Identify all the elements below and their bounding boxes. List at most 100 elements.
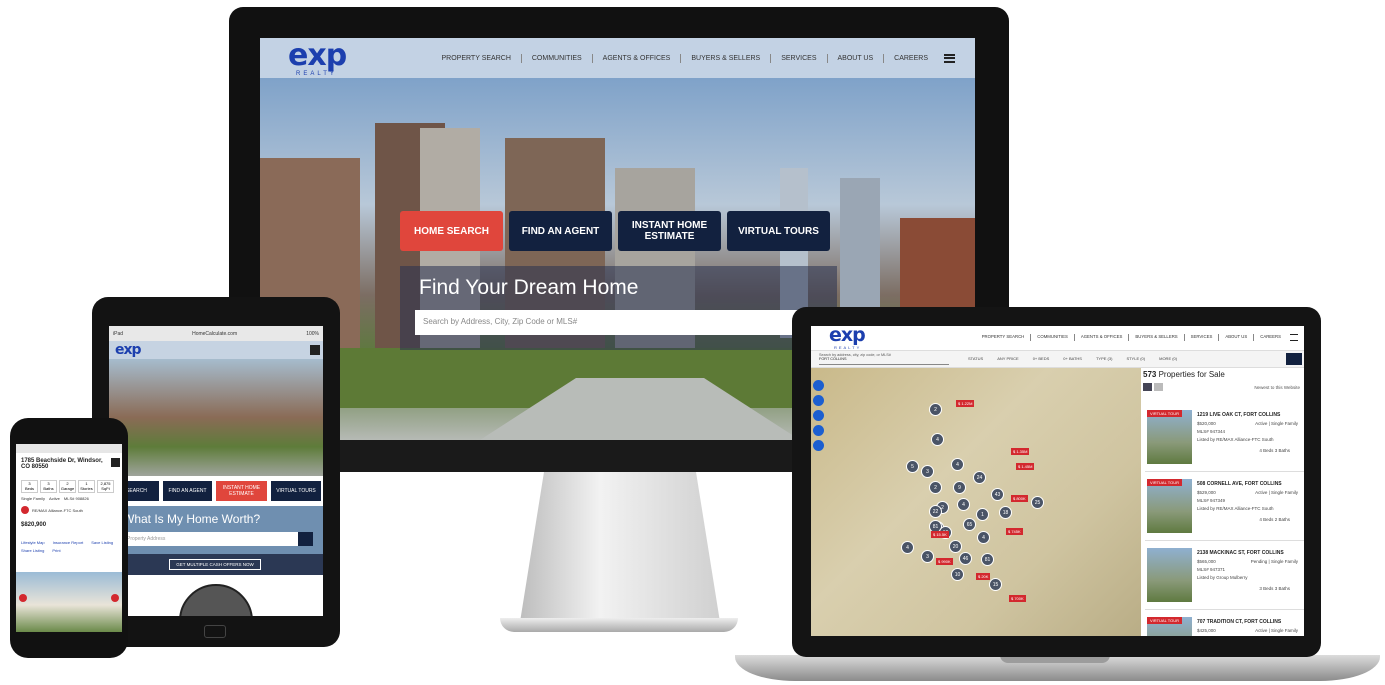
menu-icon[interactable] xyxy=(1290,334,1298,341)
map-cluster[interactable]: 81 xyxy=(981,553,994,566)
tab-virtual-tours[interactable]: VIRTUAL TOURS xyxy=(271,481,321,501)
tab-instant-estimate[interactable]: INSTANT HOME ESTIMATE xyxy=(618,211,721,251)
map-cluster[interactable]: 4 xyxy=(951,458,964,471)
map-cluster[interactable]: 4 xyxy=(931,433,944,446)
filter-beds[interactable]: 0+ BEDS xyxy=(1033,356,1050,361)
map-cluster[interactable]: 46 xyxy=(959,552,972,565)
map-cluster[interactable]: 20 xyxy=(949,540,962,553)
map-cluster[interactable]: 4 xyxy=(957,498,970,511)
map-cluster[interactable]: 1 xyxy=(976,508,989,521)
map-cluster[interactable]: 15 xyxy=(989,578,1002,591)
fullscreen-icon[interactable] xyxy=(813,425,824,436)
property-status: Active xyxy=(49,496,60,501)
menu-icon[interactable] xyxy=(310,345,320,355)
zoom-in-icon[interactable] xyxy=(813,380,824,391)
map-cluster[interactable]: 18 xyxy=(999,506,1012,519)
map-price-tag[interactable]: $ 800K xyxy=(1011,495,1028,502)
map-cluster[interactable]: 65 xyxy=(963,518,976,531)
listing-photo xyxy=(16,572,122,632)
listing-photo xyxy=(1147,410,1192,464)
location-search-input[interactable]: Search by address, city, zip code, or ML… xyxy=(819,353,949,365)
filter-style[interactable]: STYLE (0) xyxy=(1126,356,1145,361)
map-price-tag[interactable]: $ 1.45M xyxy=(1016,463,1035,470)
search-input[interactable]: Search by Address, City, Zip Code or MLS… xyxy=(415,310,830,335)
property-address-input[interactable]: Property Address xyxy=(123,532,298,546)
filter-more[interactable]: MORE (0) xyxy=(1159,356,1177,361)
filter-status[interactable]: STATUS xyxy=(968,356,983,361)
tab-home-search[interactable]: HOME SEARCH xyxy=(400,211,503,251)
menu-icon[interactable] xyxy=(944,53,955,63)
map-cluster[interactable]: 2 xyxy=(929,403,942,416)
listing-address: 1785 Beachside Dr, Windsor, CO 80550 xyxy=(21,458,103,470)
map-cluster[interactable]: 9 xyxy=(953,481,966,494)
draw-icon[interactable] xyxy=(813,410,824,421)
map-price-tag[interactable]: $ 700K xyxy=(1009,595,1026,602)
prev-photo-icon[interactable] xyxy=(19,594,27,602)
map-price-tag[interactable]: $ 20K xyxy=(976,573,991,580)
map-cluster[interactable]: 43 xyxy=(991,488,1004,501)
nav-about-us[interactable]: ABOUT US xyxy=(1219,334,1255,341)
grid-view-icon[interactable] xyxy=(1154,383,1163,391)
map-cluster[interactable]: 3 xyxy=(921,550,934,563)
layers-icon[interactable] xyxy=(813,440,824,451)
nav-careers[interactable]: CAREERS xyxy=(884,54,938,63)
nav-communities[interactable]: COMMUNITIES xyxy=(1031,334,1075,341)
listing-card[interactable]: VIRTUAL TOUR 1219 LIVE OAK CT, FORT COLL… xyxy=(1145,406,1304,472)
nav-agents-offices[interactable]: AGENTS & OFFICES xyxy=(1075,334,1130,341)
insurance-report-link[interactable]: Insurance Report xyxy=(53,540,84,545)
search-icon[interactable] xyxy=(298,532,313,546)
next-photo-icon[interactable] xyxy=(111,594,119,602)
nav-buyers-sellers[interactable]: BUYERS & SELLERS xyxy=(1129,334,1185,341)
listing-card[interactable]: VIRTUAL TOUR 508 CORNELL AVE, FORT COLLI… xyxy=(1145,475,1304,541)
nav-agents-offices[interactable]: AGENTS & OFFICES xyxy=(593,53,682,63)
listing-card[interactable]: 2138 MACKINAC ST, FORT COLLINS $565,000 … xyxy=(1145,544,1304,610)
filter-baths[interactable]: 0+ BATHS xyxy=(1063,356,1082,361)
filter-type[interactable]: TYPE (3) xyxy=(1096,356,1112,361)
list-view-icon[interactable] xyxy=(1143,383,1152,391)
nav-property-search[interactable]: PROPERTY SEARCH xyxy=(976,334,1032,341)
map-cluster[interactable]: 22 xyxy=(929,505,942,518)
nav-careers[interactable]: CAREERS xyxy=(1254,334,1287,341)
map-cluster[interactable]: 24 xyxy=(973,471,986,484)
map-cluster[interactable]: 25 xyxy=(1031,496,1044,509)
print-link[interactable]: Print xyxy=(52,548,60,553)
nav-services[interactable]: SERVICES xyxy=(1185,334,1220,341)
map-price-tag[interactable]: $ 1.22M xyxy=(956,400,975,407)
map-cluster[interactable]: 4 xyxy=(977,531,990,544)
tab-virtual-tours[interactable]: VIRTUAL TOURS xyxy=(727,211,830,251)
map-cluster[interactable]: 4 xyxy=(901,541,914,554)
save-listing-link[interactable]: Save Listing xyxy=(91,540,113,545)
map-cluster[interactable]: 10 xyxy=(951,568,964,581)
nav-property-search[interactable]: PROPERTY SEARCH xyxy=(432,53,522,63)
zoom-out-icon[interactable] xyxy=(813,395,824,406)
listing-card[interactable]: VIRTUAL TOUR 707 TRADITION CT, FORT COLL… xyxy=(1145,613,1304,636)
main-nav: PROPERTY SEARCH COMMUNITIES AGENTS & OFF… xyxy=(432,38,955,78)
map-price-tag[interactable]: $ 745K xyxy=(1006,528,1023,535)
site-header: exp REALTY PROPERTY SEARCH COMMUNITIES A… xyxy=(260,38,975,78)
stats-row: 3 Beds 3 Baths 2 Garage 1 Stories 2,875 SqFt xyxy=(21,480,114,493)
exp-logo[interactable]: exp REALTY xyxy=(288,41,347,78)
exp-logo[interactable]: exp REALTY xyxy=(829,326,866,350)
tab-find-agent[interactable]: FIND AN AGENT xyxy=(509,211,612,251)
menu-icon[interactable] xyxy=(111,458,120,467)
map-cluster[interactable]: 2 xyxy=(929,481,942,494)
lifestyle-map-link[interactable]: Lifestyle Map xyxy=(21,540,45,545)
mail-icon[interactable] xyxy=(1286,353,1302,365)
map-price-tag[interactable]: $ 1.35M xyxy=(1011,448,1030,455)
exp-logo[interactable]: exp xyxy=(115,342,142,358)
map-cluster[interactable]: 5 xyxy=(906,460,919,473)
filter-price[interactable]: ANY PRICE xyxy=(997,356,1019,361)
nav-buyers-sellers[interactable]: BUYERS & SELLERS xyxy=(681,53,772,63)
nav-about-us[interactable]: ABOUT US xyxy=(828,53,885,63)
cash-offers-button[interactable]: GET MULTIPLE CASH OFFERS NOW xyxy=(169,559,261,570)
map-cluster[interactable]: 3 xyxy=(921,465,934,478)
sort-select[interactable]: Newest to this Website xyxy=(1254,385,1300,390)
nav-services[interactable]: SERVICES xyxy=(771,53,828,63)
tab-instant-estimate[interactable]: INSTANT HOME ESTIMATE xyxy=(216,481,267,501)
property-map[interactable]: 2453424294324222065118811944204681253101… xyxy=(811,368,1141,636)
share-listing-link[interactable]: Share Listing xyxy=(21,548,44,553)
map-price-tag[interactable]: $ 15.5K xyxy=(931,531,949,538)
tab-find-agent[interactable]: FIND AN AGENT xyxy=(163,481,212,501)
map-price-tag[interactable]: $ 990K xyxy=(936,558,953,565)
nav-communities[interactable]: COMMUNITIES xyxy=(522,53,593,63)
